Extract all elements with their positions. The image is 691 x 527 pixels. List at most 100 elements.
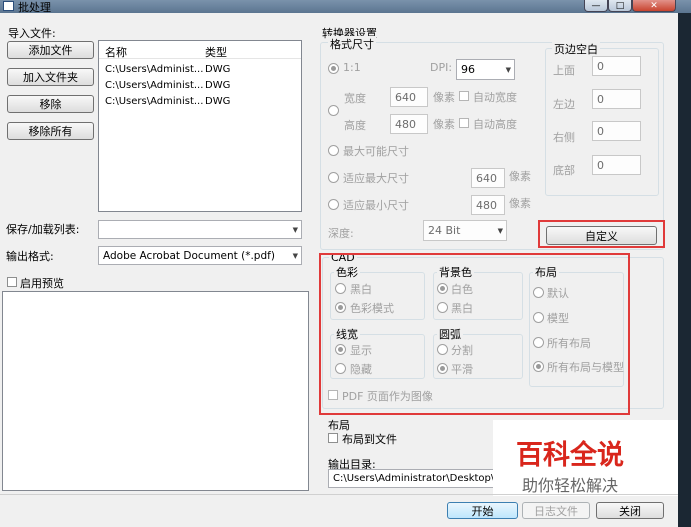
minimize-button[interactable]: — bbox=[584, 0, 608, 12]
margin-left-field[interactable]: 0 bbox=[592, 89, 641, 109]
column-name[interactable]: 名称 bbox=[105, 44, 127, 60]
layout-default-radio[interactable] bbox=[533, 287, 544, 298]
bg-black-radio[interactable] bbox=[437, 302, 448, 313]
color-mode-radio[interactable] bbox=[335, 302, 346, 313]
arc-split-radio[interactable] bbox=[437, 344, 448, 355]
lw-hide-radio[interactable] bbox=[335, 363, 346, 374]
pdf-as-image-checkbox[interactable] bbox=[328, 390, 338, 400]
auto-height-checkbox[interactable] bbox=[459, 118, 469, 128]
arc-split-label: 分割 bbox=[451, 344, 473, 357]
maximize-button[interactable]: □ bbox=[608, 0, 632, 12]
save-load-list-label: 保存/加载列表: bbox=[6, 223, 80, 236]
layout-default-label: 默认 bbox=[547, 287, 569, 300]
file-name: C:\Users\Administ... bbox=[105, 64, 204, 75]
output-dir-field[interactable]: C:\Users\Administrator\Desktop\ bbox=[328, 469, 498, 488]
preview-area bbox=[2, 291, 309, 491]
color-bw-label: 黑白 bbox=[350, 283, 372, 296]
file-type: DWG bbox=[205, 80, 231, 91]
start-button[interactable]: 开始 bbox=[447, 502, 518, 519]
file-list-header: 名称 类型 bbox=[99, 41, 301, 59]
remove-all-button[interactable]: 移除所有 bbox=[7, 122, 94, 140]
file-name: C:\Users\Administ... bbox=[105, 80, 204, 91]
bg-white-label: 白色 bbox=[451, 283, 473, 296]
fit-min-radio[interactable] bbox=[328, 199, 339, 210]
table-row[interactable]: C:\Users\Administ... DWG bbox=[99, 63, 301, 79]
chevron-down-icon: ▼ bbox=[292, 251, 298, 260]
ratio-label: 1:1 bbox=[343, 61, 361, 74]
add-folder-button[interactable]: 加入文件夹 bbox=[7, 68, 94, 86]
dpi-select[interactable]: 96 ▼ bbox=[456, 59, 515, 80]
layout-to-file-label: 布局到文件 bbox=[342, 433, 397, 446]
fit-min-unit: 像素 bbox=[509, 197, 531, 210]
bg-black-label: 黑白 bbox=[451, 302, 473, 315]
margins-title: 页边空白 bbox=[552, 41, 600, 57]
layout-model-label: 模型 bbox=[547, 312, 569, 325]
file-type: DWG bbox=[205, 64, 231, 75]
close-button[interactable]: 关闭 bbox=[596, 502, 664, 519]
max-size-label: 最大可能尺寸 bbox=[343, 145, 409, 158]
margin-bottom-field[interactable]: 0 bbox=[592, 155, 641, 175]
layout-all-radio[interactable] bbox=[533, 337, 544, 348]
dpi-label: DPI: bbox=[430, 61, 453, 74]
fit-max-field[interactable]: 640 bbox=[471, 168, 505, 188]
width-unit: 像素 bbox=[433, 91, 455, 104]
width-field[interactable]: 640 bbox=[390, 87, 428, 107]
cad-layout-title: 布局 bbox=[533, 264, 559, 280]
pdf-as-image-label: PDF 页面作为图像 bbox=[342, 390, 433, 403]
depth-select[interactable]: 24 Bit ▼ bbox=[423, 220, 507, 241]
color-title: 色彩 bbox=[334, 264, 360, 280]
fit-max-label: 适应最大尺寸 bbox=[343, 172, 409, 185]
layout-to-file-checkbox[interactable] bbox=[328, 433, 338, 443]
depth-value: 24 Bit bbox=[428, 224, 461, 237]
window-title: 批处理 bbox=[18, 1, 51, 14]
color-mode-label: 色彩模式 bbox=[350, 302, 394, 315]
height-field[interactable]: 480 bbox=[390, 114, 428, 134]
ratio-radio[interactable] bbox=[328, 63, 339, 74]
import-files-label: 导入文件: bbox=[8, 27, 56, 40]
table-row[interactable]: C:\Users\Administ... DWG bbox=[99, 79, 301, 95]
margin-right-field[interactable]: 0 bbox=[592, 121, 641, 141]
auto-width-checkbox[interactable] bbox=[459, 91, 469, 101]
lw-show-radio[interactable] bbox=[335, 344, 346, 355]
custom-button[interactable]: 自定义 bbox=[546, 226, 657, 245]
height-unit: 像素 bbox=[433, 118, 455, 131]
preview-checkbox[interactable] bbox=[7, 277, 17, 287]
fit-min-label: 适应最小尺寸 bbox=[343, 199, 409, 212]
output-format-select[interactable]: Adobe Acrobat Document (*.pdf) ▼ bbox=[98, 246, 302, 265]
auto-width-label: 自动宽度 bbox=[473, 91, 517, 104]
fit-min-field[interactable]: 480 bbox=[471, 195, 505, 215]
arc-smooth-radio[interactable] bbox=[437, 363, 448, 374]
file-name: C:\Users\Administ... bbox=[105, 96, 204, 107]
watermark-title: 百科全说 bbox=[516, 440, 624, 471]
layout-all-model-radio[interactable] bbox=[533, 361, 544, 372]
remove-button[interactable]: 移除 bbox=[7, 95, 94, 113]
max-size-radio[interactable] bbox=[328, 145, 339, 156]
color-bw-radio[interactable] bbox=[335, 283, 346, 294]
layout-model-radio[interactable] bbox=[533, 312, 544, 323]
column-type[interactable]: 类型 bbox=[205, 44, 227, 60]
bg-white-radio[interactable] bbox=[437, 283, 448, 294]
preview-label: 启用预览 bbox=[20, 277, 64, 290]
file-type: DWG bbox=[205, 96, 231, 107]
margin-left-label: 左边 bbox=[553, 98, 575, 111]
fit-max-unit: 像素 bbox=[509, 170, 531, 183]
depth-label: 深度: bbox=[328, 227, 354, 240]
table-row[interactable]: C:\Users\Administ... DWG bbox=[99, 95, 301, 111]
add-file-button[interactable]: 添加文件 bbox=[7, 41, 94, 59]
chevron-down-icon: ▼ bbox=[505, 65, 511, 74]
margin-bottom-label: 底部 bbox=[553, 164, 575, 177]
layout-all-label: 所有布局 bbox=[547, 337, 591, 350]
bgcolor-title: 背景色 bbox=[437, 264, 474, 280]
app-icon bbox=[3, 1, 14, 11]
margin-top-field[interactable]: 0 bbox=[592, 56, 641, 76]
file-list[interactable]: 名称 类型 C:\Users\Administ... DWG C:\Users\… bbox=[98, 40, 302, 212]
format-size-title: 格式尺寸 bbox=[328, 36, 376, 52]
close-window-button[interactable]: ✕ bbox=[632, 0, 676, 12]
output-format-label: 输出格式: bbox=[6, 250, 54, 263]
background-window-edge bbox=[678, 13, 691, 527]
chevron-down-icon: ▼ bbox=[497, 226, 503, 235]
custom-size-radio[interactable] bbox=[328, 105, 339, 116]
log-file-button[interactable]: 日志文件 bbox=[522, 502, 590, 519]
save-load-list-select[interactable]: ▼ bbox=[98, 220, 302, 239]
fit-max-radio[interactable] bbox=[328, 172, 339, 183]
